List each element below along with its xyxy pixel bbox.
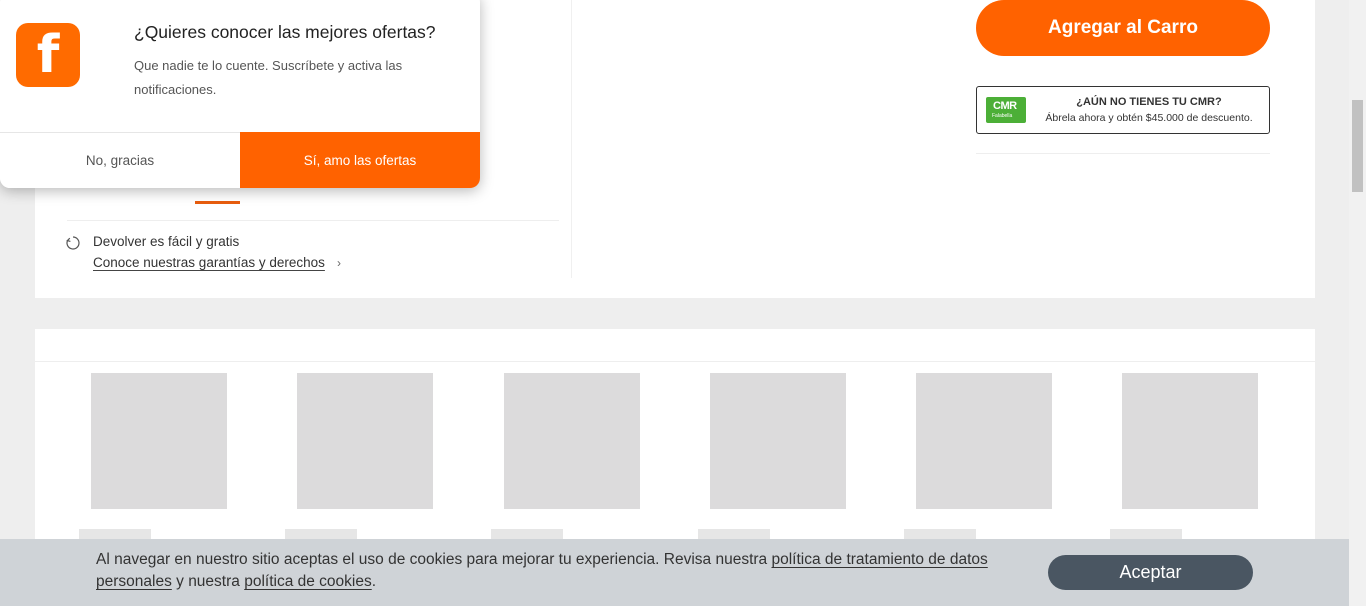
page-scrollbar[interactable] — [1349, 0, 1366, 606]
cookie-text-end: . — [371, 573, 377, 590]
cookie-text: Al navegar en nuestro sitio aceptas el u… — [96, 549, 1016, 593]
falabella-logo-icon: f — [16, 23, 80, 87]
product-image-placeholder — [504, 373, 640, 509]
selected-thumbnail-indicator — [195, 201, 240, 204]
returns-title: Devolver es fácil y gratis — [93, 234, 240, 249]
product-image-placeholder — [91, 373, 227, 509]
divider — [35, 361, 1315, 362]
cmr-subtitle: Ábrela ahora y obtén $45.000 de descuent… — [1045, 112, 1253, 124]
guarantees-link[interactable]: Conoce nuestras garantías y derechos — [93, 255, 325, 270]
product-image-placeholder — [710, 373, 846, 509]
cookie-text-start: Al navegar en nuestro sitio aceptas el u… — [96, 551, 772, 568]
cmr-logo-subtext: Falabella — [992, 113, 1013, 119]
accept-notifications-button[interactable]: Sí, amo las ofertas — [240, 132, 480, 188]
cmr-promo-banner[interactable]: CMR Falabella ¿AÚN NO TIENES TU CMR? Ábr… — [976, 86, 1270, 134]
cmr-logo: CMR Falabella — [986, 97, 1026, 123]
add-to-cart-button[interactable]: Agregar al Carro — [976, 0, 1270, 56]
divider — [976, 153, 1270, 154]
scrollbar-thumb[interactable] — [1352, 100, 1363, 192]
accept-cookies-button[interactable]: Aceptar — [1048, 555, 1253, 590]
chevron-right-icon[interactable]: › — [337, 256, 341, 270]
cmr-title: ¿AÚN NO TIENES TU CMR? — [1076, 96, 1222, 108]
popup-title: ¿Quieres conocer las mejores ofertas? — [134, 22, 436, 42]
notification-popup: f ¿Quieres conocer las mejores ofertas? … — [0, 0, 480, 188]
popup-body: Que nadie te lo cuente. Suscríbete y act… — [134, 58, 403, 97]
product-image-placeholder — [1122, 373, 1258, 509]
decline-notifications-button[interactable]: No, gracias — [0, 132, 240, 188]
cookie-text-middle: y nuestra — [171, 573, 245, 590]
cookie-policy-link[interactable]: política de cookies — [244, 573, 372, 590]
product-image-placeholder — [297, 373, 433, 509]
return-arrow-icon — [66, 236, 80, 250]
cmr-logo-text: CMR — [993, 100, 1017, 112]
cookie-banner: Al navegar en nuestro sitio aceptas el u… — [0, 539, 1349, 606]
divider — [67, 220, 559, 221]
product-image-placeholder — [916, 373, 1052, 509]
column-divider — [571, 0, 572, 278]
